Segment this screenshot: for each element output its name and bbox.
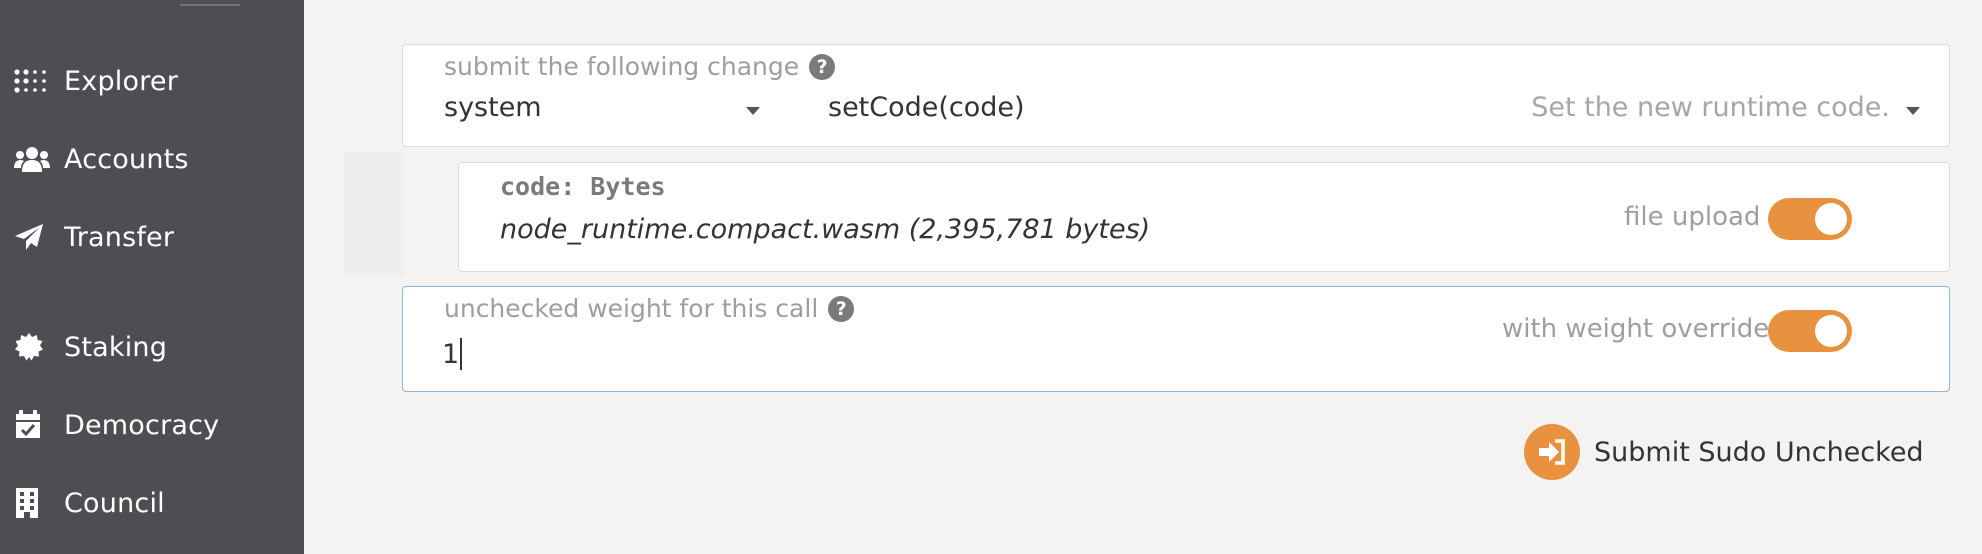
sidebar-item-label: Council [64, 487, 165, 519]
module-dropdown-value: system [444, 92, 542, 123]
submit-label: Submit Sudo Unchecked [1594, 436, 1924, 468]
sidebar-item-staking[interactable]: Staking [14, 325, 167, 369]
help-icon[interactable]: ? [809, 53, 836, 80]
sidebar-item-label: Staking [64, 331, 168, 363]
weight-label: unchecked weight for this call ? [444, 294, 855, 323]
calendar-check-icon [14, 410, 50, 440]
help-icon[interactable]: ? [828, 295, 855, 322]
sidebar-item-council[interactable]: Council [14, 481, 165, 525]
module-dropdown[interactable]: system [444, 92, 764, 128]
file-value[interactable]: node_runtime.compact.wasm (2,395,781 byt… [500, 214, 1150, 245]
file-upload-label: file upload [1624, 202, 1761, 232]
sidebar-item-democracy[interactable]: Democracy [14, 403, 219, 447]
weight-input[interactable] [442, 336, 1042, 372]
weight-label-text: unchecked weight for this call [444, 294, 819, 323]
chevron-down-icon[interactable] [1906, 107, 1920, 115]
sidebar: Explorer Accounts Transfer Staking Democ… [0, 0, 304, 554]
extrinsic-label-text: submit the following change [444, 52, 800, 81]
method-dropdown-value: setCode(code) [828, 92, 1025, 123]
extrinsic-label: submit the following change ? [444, 52, 836, 81]
toggle-knob [1815, 203, 1847, 235]
sidebar-item-transfer[interactable]: Transfer [14, 215, 174, 259]
building-icon [14, 488, 50, 518]
submit-sudo-unchecked-button[interactable]: Submit Sudo Unchecked [1524, 424, 1924, 480]
param-label: code: Bytes [500, 172, 666, 201]
toggle-knob [1815, 315, 1847, 347]
param-indent-guide [344, 152, 404, 276]
weight-override-toggle[interactable] [1768, 310, 1852, 352]
sidebar-item-label: Accounts [64, 143, 189, 175]
sidebar-top-divider [180, 0, 240, 6]
sidebar-item-label: Democracy [64, 409, 220, 441]
sign-in-icon [1524, 424, 1580, 480]
users-icon [14, 144, 50, 174]
grid-dots-icon [14, 66, 50, 96]
chevron-down-icon[interactable] [746, 107, 760, 115]
text-cursor [460, 338, 462, 370]
sidebar-item-label: Transfer [64, 221, 175, 253]
certificate-icon [14, 332, 50, 362]
method-dropdown[interactable]: setCode(code) [828, 92, 1025, 123]
sidebar-item-explorer[interactable]: Explorer [14, 59, 178, 103]
weight-override-label: with weight override [1502, 314, 1770, 344]
method-description: Set the new runtime code. [1531, 92, 1890, 123]
sidebar-item-label: Explorer [64, 65, 179, 97]
sidebar-item-accounts[interactable]: Accounts [14, 137, 189, 181]
file-upload-toggle[interactable] [1768, 198, 1852, 240]
paper-plane-icon [14, 222, 50, 252]
